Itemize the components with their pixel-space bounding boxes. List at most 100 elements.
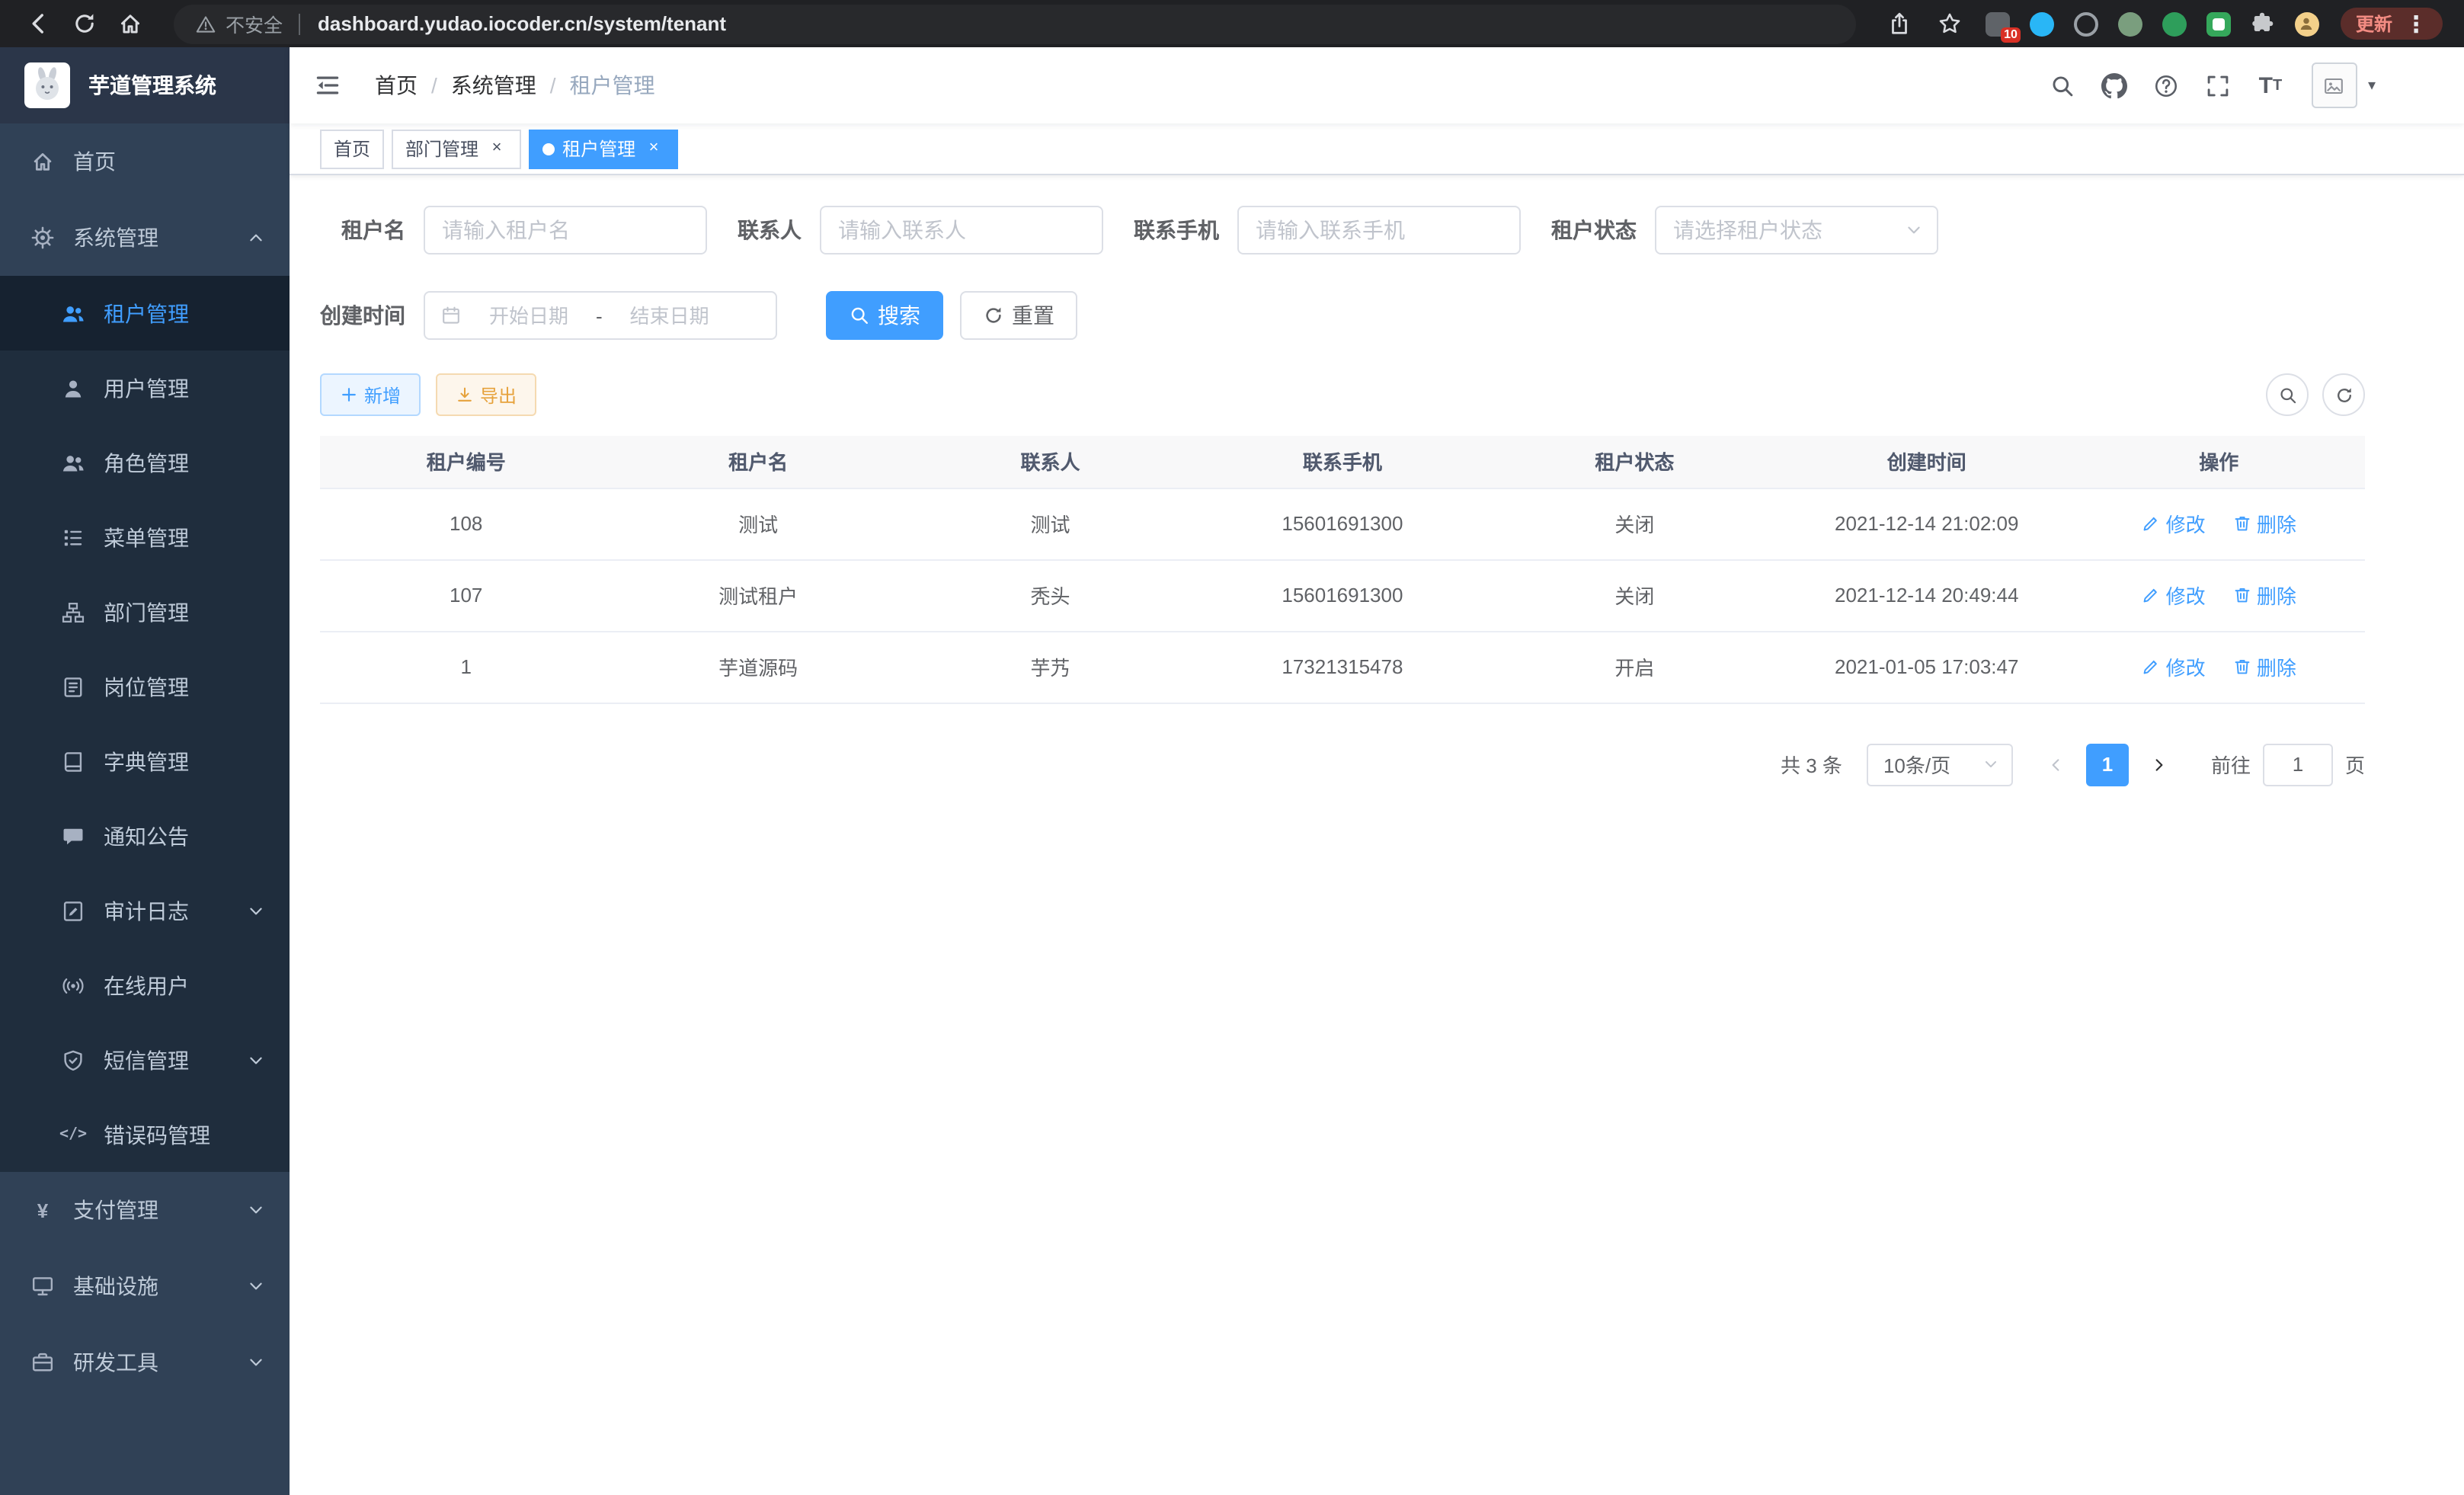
extension-icon-3[interactable] xyxy=(2066,4,2106,43)
search-toggle-button[interactable] xyxy=(2266,373,2309,416)
end-date-input[interactable] xyxy=(609,304,731,327)
table-refresh-button[interactable] xyxy=(2322,373,2365,416)
sidebar-item-menu[interactable]: 菜单管理 xyxy=(0,500,290,575)
contact-input[interactable] xyxy=(820,206,1103,255)
tenant-name-cell: 测试租户 xyxy=(612,559,904,631)
page-number-1[interactable]: 1 xyxy=(2086,743,2129,786)
phone-input[interactable] xyxy=(1237,206,1521,255)
share-icon[interactable] xyxy=(1877,2,1923,45)
sidebar-item-role[interactable]: 角色管理 xyxy=(0,425,290,500)
edit-link[interactable]: 修改 xyxy=(2142,509,2206,538)
chevron-down-icon xyxy=(247,1353,265,1372)
logo: 芋道管理系统 xyxy=(0,47,290,123)
sidebar-item-infrastructure[interactable]: 基础设施 xyxy=(0,1248,290,1324)
help-button[interactable] xyxy=(2141,47,2193,123)
avatar-caret-icon[interactable]: ▾ xyxy=(2368,77,2376,94)
github-button[interactable] xyxy=(2089,47,2141,123)
edit-link[interactable]: 修改 xyxy=(2142,652,2206,681)
tab-dept[interactable]: 部门管理 × xyxy=(392,129,521,168)
breadcrumb-item-system[interactable]: 系统管理 xyxy=(451,70,536,101)
close-icon[interactable]: × xyxy=(486,138,507,159)
address-bar[interactable]: 不安全 dashboard.yudao.iocoder.cn/system/te… xyxy=(174,4,1856,43)
sidebar-item-system[interactable]: 系统管理 xyxy=(0,200,290,276)
browser-home-button[interactable] xyxy=(107,2,152,45)
contact-cell: 芋艿 xyxy=(904,631,1196,703)
back-button[interactable] xyxy=(15,2,61,45)
browser-menu-icon[interactable]: ⋮ xyxy=(2405,10,2427,37)
sidebar-item-dept[interactable]: 部门管理 xyxy=(0,575,290,649)
delete-link[interactable]: 删除 xyxy=(2232,509,2296,538)
sidebar-item-payment[interactable]: ¥ 支付管理 xyxy=(0,1172,290,1248)
next-page-button[interactable] xyxy=(2138,743,2181,786)
sidebar-item-dev-tools[interactable]: 研发工具 xyxy=(0,1324,290,1401)
extension-icon-2[interactable] xyxy=(2022,4,2062,43)
extension-icon-1[interactable]: 10 xyxy=(1978,4,2018,43)
sidebar-item-post[interactable]: 岗位管理 xyxy=(0,649,290,724)
export-button[interactable]: 导出 xyxy=(436,373,536,416)
breadcrumb-item-home[interactable]: 首页 xyxy=(375,70,418,101)
sidebar-item-audit-log[interactable]: 审计日志 xyxy=(0,873,290,948)
profile-avatar[interactable] xyxy=(2287,4,2327,43)
bookmark-star-icon[interactable] xyxy=(1928,2,1973,45)
sidebar-item-dict[interactable]: 字典管理 xyxy=(0,724,290,799)
date-range-picker[interactable]: - xyxy=(424,291,777,340)
sidebar-item-notice[interactable]: 通知公告 xyxy=(0,799,290,873)
org-tree-icon xyxy=(61,600,85,624)
reset-button[interactable]: 重置 xyxy=(960,291,1077,340)
reload-button[interactable] xyxy=(61,2,107,45)
table-row: 107 测试租户 秃头 15601691300 关闭 2021-12-14 20… xyxy=(320,559,2365,631)
status-label: 租户状态 xyxy=(1551,215,1637,245)
edit-icon xyxy=(2142,514,2162,533)
sidebar-item-error-code[interactable]: </> 错误码管理 xyxy=(0,1097,290,1172)
fullscreen-button[interactable] xyxy=(2193,47,2245,123)
security-warning-icon xyxy=(195,13,216,34)
extension-icon-5[interactable] xyxy=(2155,4,2194,43)
font-size-icon: T xyxy=(2259,72,2273,98)
start-date-input[interactable] xyxy=(468,304,590,327)
book-icon xyxy=(61,749,85,773)
delete-link[interactable]: 删除 xyxy=(2232,652,2296,681)
extensions-puzzle-icon[interactable] xyxy=(2243,4,2283,43)
sidebar-item-tenant[interactable]: 租户管理 xyxy=(0,276,290,351)
sidebar-item-online-users[interactable]: 在线用户 xyxy=(0,948,290,1023)
filter-contact: 联系人 xyxy=(738,206,1103,255)
close-icon[interactable]: × xyxy=(643,138,664,159)
tenant-name-input[interactable] xyxy=(424,206,707,255)
delete-link[interactable]: 删除 xyxy=(2232,581,2296,610)
goto-label: 前往 xyxy=(2211,750,2251,779)
sidebar-toggle-button[interactable] xyxy=(290,47,366,123)
add-button[interactable]: 新增 xyxy=(320,373,421,416)
goto-page-input[interactable] xyxy=(2263,743,2333,786)
extension-icon-4[interactable] xyxy=(2110,4,2150,43)
github-icon xyxy=(2102,72,2128,98)
update-button[interactable]: 更新 ⋮ xyxy=(2341,8,2443,40)
sidebar-menu: 首页 系统管理 租户管理 用户管理 xyxy=(0,123,290,1401)
screen: 不安全 dashboard.yudao.iocoder.cn/system/te… xyxy=(0,0,2464,1495)
home-icon xyxy=(30,149,55,174)
search-button[interactable]: 搜索 xyxy=(826,291,943,340)
page-size-select[interactable]: 10条/页 xyxy=(1867,743,2013,786)
status-select[interactable]: 请选择租户状态 xyxy=(1655,206,1938,255)
table-row: 108 测试 测试 15601691300 关闭 2021-12-14 21:0… xyxy=(320,488,2365,559)
sidebar-item-user[interactable]: 用户管理 xyxy=(0,351,290,425)
prev-page-button[interactable] xyxy=(2034,743,2077,786)
search-icon xyxy=(2050,72,2076,98)
tenant-id-cell: 107 xyxy=(320,559,612,631)
total-count: 共 3 条 xyxy=(1781,750,1842,779)
col-tenant-id: 租户编号 xyxy=(320,436,612,488)
fullscreen-icon xyxy=(2206,72,2232,98)
extension-badge: 10 xyxy=(2001,27,2021,42)
tab-tenant[interactable]: 租户管理 × xyxy=(529,129,678,168)
navbar-right: TT ▾ xyxy=(2037,47,2464,123)
hamburger-icon xyxy=(314,72,341,99)
toolbar-right xyxy=(2266,373,2365,416)
header-search-button[interactable] xyxy=(2037,47,2089,123)
tab-home[interactable]: 首页 xyxy=(320,129,384,168)
sidebar-item-sms[interactable]: 短信管理 xyxy=(0,1023,290,1097)
sidebar-item-home[interactable]: 首页 xyxy=(0,123,290,200)
extension-icon-6[interactable] xyxy=(2199,4,2238,43)
edit-link[interactable]: 修改 xyxy=(2142,581,2206,610)
user-avatar[interactable] xyxy=(2312,62,2357,108)
font-size-button[interactable]: TT xyxy=(2245,47,2296,123)
table-toolbar: 新增 导出 xyxy=(320,373,2365,416)
